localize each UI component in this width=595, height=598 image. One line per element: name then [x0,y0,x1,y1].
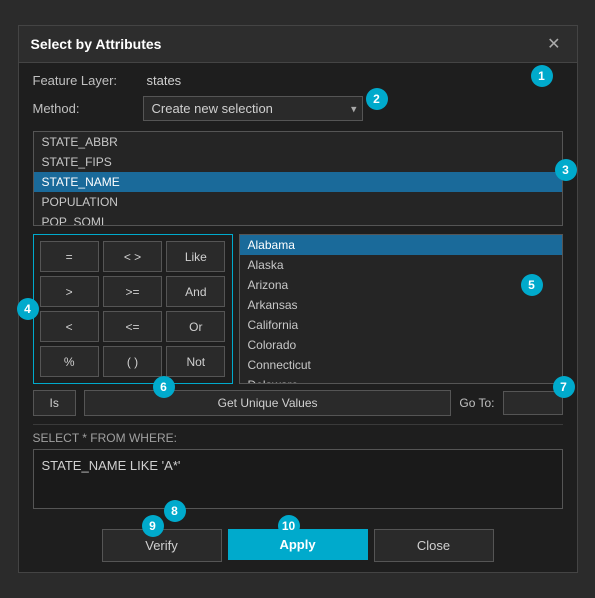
action-row: 6 7 Is Get Unique Values Go To: [33,390,563,416]
feature-layer-value: states [147,73,182,88]
value-item-alaska[interactable]: Alaska [240,255,562,275]
dialog-title: Select by Attributes [31,36,162,52]
op-greater-equal[interactable]: >= [103,276,162,307]
is-button[interactable]: Is [33,390,76,416]
method-select-wrapper: Create new selection Add to current sele… [143,96,363,121]
value-item-alabama[interactable]: Alabama [240,235,562,255]
select-by-attributes-dialog: Select by Attributes ✕ Feature Layer: st… [18,25,578,573]
apply-wrapper: 10 Apply [228,529,368,562]
values-list[interactable]: Alabama Alaska Arizona Arkansas Californ… [239,234,563,384]
op-like[interactable]: Like [166,241,225,272]
query-section: SELECT * FROM WHERE: STATE_NAME LIKE 'A*… [33,431,563,509]
go-to-input[interactable] [503,391,563,415]
fields-list[interactable]: STATE_ABBR STATE_FIPS STATE_NAME POPULAT… [33,131,563,226]
op-or[interactable]: Or [166,311,225,342]
query-box[interactable]: STATE_NAME LIKE 'A*' 8 [33,449,563,509]
op-modulo[interactable]: % [40,346,99,377]
badge-9: 9 [142,515,164,537]
badge-2: 2 [366,88,388,110]
middle-section: 4 = < > Like > >= And < <= Or % ( ) Not … [33,234,563,384]
badge-7: 7 [553,376,575,398]
op-and[interactable]: And [166,276,225,307]
method-select[interactable]: Create new selection Add to current sele… [143,96,363,121]
value-item-connecticut[interactable]: Connecticut [240,355,562,375]
op-less[interactable]: < [40,311,99,342]
apply-button[interactable]: Apply [228,529,368,560]
value-item-arkansas[interactable]: Arkansas [240,295,562,315]
verify-wrapper: 9 Verify [102,529,222,562]
verify-button[interactable]: Verify [102,529,222,562]
value-item-arizona[interactable]: Arizona [240,275,562,295]
badge-1: 1 [531,65,553,87]
feature-layer-row: Feature Layer: states 1 [33,73,563,88]
feature-layer-label: Feature Layer: [33,73,143,88]
field-item-state-abbr[interactable]: STATE_ABBR [34,132,562,152]
get-unique-values-button[interactable]: Get Unique Values [84,390,452,416]
method-label: Method: [33,101,143,116]
value-item-california[interactable]: California [240,315,562,335]
dialog-titlebar: Select by Attributes ✕ [19,26,577,63]
method-row: Method: 2 Create new selection Add to cu… [33,96,563,121]
field-item-pop-sqmi[interactable]: POP_SQMI [34,212,562,226]
query-label: SELECT * FROM WHERE: [33,431,563,445]
close-button[interactable]: Close [374,529,494,562]
value-item-delaware[interactable]: Delaware [240,375,562,384]
field-item-state-fips[interactable]: STATE_FIPS [34,152,562,172]
field-item-population[interactable]: POPULATION [34,192,562,212]
go-to-label: Go To: [459,396,494,410]
op-greater[interactable]: > [40,276,99,307]
badge-10: 10 [278,515,300,537]
badge-6: 6 [153,376,175,398]
dialog-body: Feature Layer: states 1 Method: 2 Create… [19,63,577,572]
query-expression: STATE_NAME LIKE 'A*' [42,458,181,473]
op-less-equal[interactable]: <= [103,311,162,342]
op-equals[interactable]: = [40,241,99,272]
badge-3: 3 [555,159,577,181]
bottom-button-row: 9 Verify 10 Apply Close [33,529,563,562]
field-item-state-name[interactable]: STATE_NAME [34,172,562,192]
op-parentheses[interactable]: ( ) [103,346,162,377]
divider [33,424,563,425]
badge-8: 8 [164,500,186,522]
values-wrapper: Alabama Alaska Arizona Arkansas Californ… [239,234,563,384]
op-not[interactable]: Not [166,346,225,377]
value-item-colorado[interactable]: Colorado [240,335,562,355]
close-icon[interactable]: ✕ [543,34,564,54]
badge-5: 5 [521,274,543,296]
operators-panel: = < > Like > >= And < <= Or % ( ) Not [33,234,233,384]
op-not-equal[interactable]: < > [103,241,162,272]
fields-container: STATE_ABBR STATE_FIPS STATE_NAME POPULAT… [33,131,563,226]
